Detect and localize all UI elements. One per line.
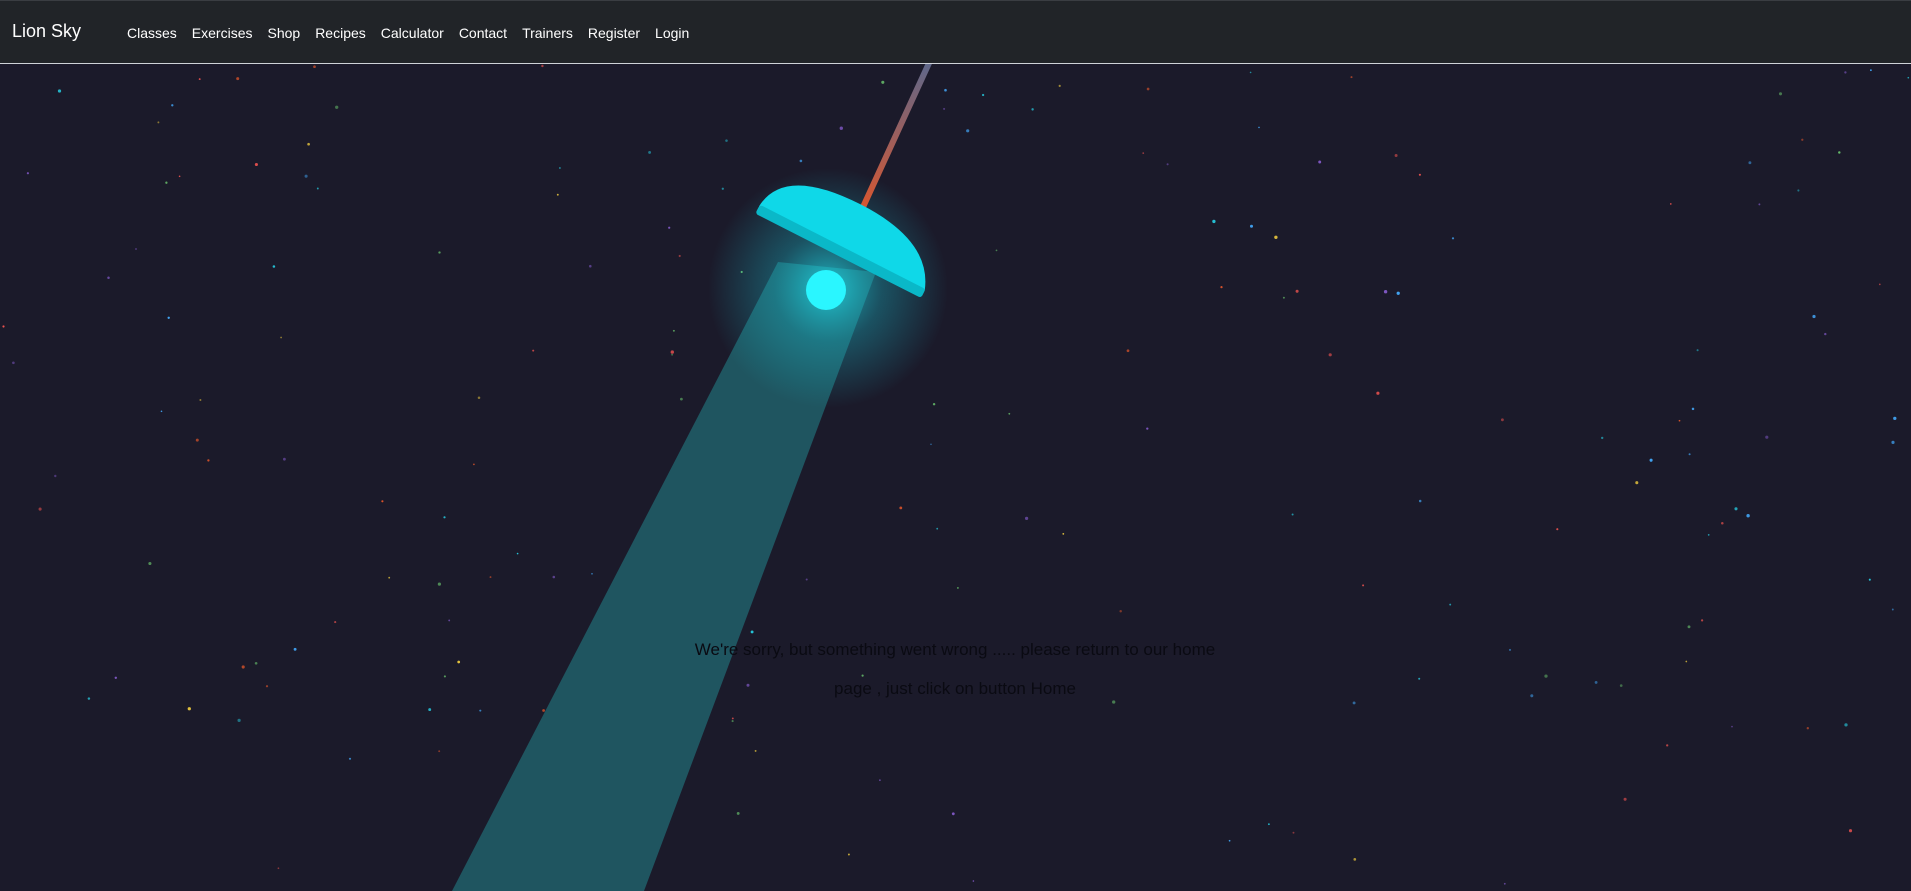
nav-link-calculator[interactable]: Calculator bbox=[381, 25, 444, 41]
nav-link-classes[interactable]: Classes bbox=[127, 25, 177, 41]
lamp-bulb bbox=[806, 270, 846, 310]
error-message: We're sorry, but something went wrong ..… bbox=[694, 640, 1216, 698]
error-page: Lion Sky Classes Exercises Shop Recipes … bbox=[0, 0, 1911, 891]
navbar: Lion Sky Classes Exercises Shop Recipes … bbox=[0, 0, 1911, 64]
nav-link-register[interactable]: Register bbox=[588, 25, 640, 41]
nav-link-shop[interactable]: Shop bbox=[267, 25, 300, 41]
nav-links: Classes Exercises Shop Recipes Calculato… bbox=[127, 25, 704, 41]
nav-link-trainers[interactable]: Trainers bbox=[522, 25, 573, 41]
nav-link-recipes[interactable]: Recipes bbox=[315, 25, 366, 41]
nav-link-exercises[interactable]: Exercises bbox=[192, 25, 253, 41]
brand-link[interactable]: Lion Sky bbox=[12, 21, 81, 42]
nav-link-contact[interactable]: Contact bbox=[459, 25, 507, 41]
nav-link-login[interactable]: Login bbox=[655, 25, 689, 41]
lamp-scene bbox=[452, 0, 960, 891]
